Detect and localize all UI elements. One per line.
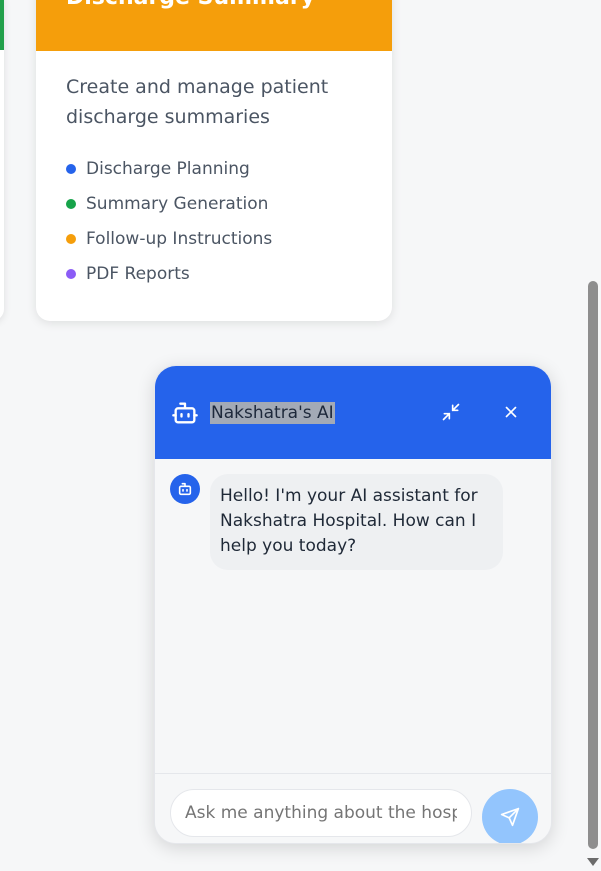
bullet-dot (66, 163, 76, 174)
feature-list: Discharge Planning Summary Generation Fo… (66, 151, 362, 291)
card-header: Discharge Summary (36, 0, 392, 51)
feature-label: PDF Reports (86, 263, 190, 284)
discharge-summary-card[interactable]: Discharge Summary Create and manage pati… (36, 0, 392, 321)
message-list: Hello! I'm your AI assistant for Nakshat… (155, 459, 551, 773)
list-item: Summary Generation (66, 186, 362, 221)
scroll-down-icon[interactable] (587, 858, 599, 866)
send-icon (500, 807, 520, 827)
list-item: Discharge Planning (66, 151, 362, 186)
chat-input[interactable] (170, 789, 472, 837)
chat-widget: Nakshatra's AI Hello! I'm your AI assist… (154, 365, 552, 844)
card-description: Create and manage patient discharge summ… (66, 76, 329, 128)
robot-icon (170, 398, 200, 428)
close-icon (502, 403, 520, 421)
bot-avatar (170, 474, 200, 504)
bullet-dot (66, 268, 76, 279)
close-button[interactable] (499, 400, 523, 424)
feature-label: Summary Generation (86, 193, 269, 214)
feature-label: Follow-up Instructions (86, 228, 273, 249)
adjacent-card-header (0, 0, 4, 50)
card-body: Create and manage patient discharge summ… (36, 51, 392, 291)
bullet-dot (66, 198, 76, 209)
minimize-icon (441, 402, 461, 422)
bot-message: Hello! I'm your AI assistant for Nakshat… (210, 474, 503, 570)
adjacent-card (0, 0, 4, 321)
scrollbar-thumb[interactable] (588, 281, 598, 849)
minimize-button[interactable] (439, 400, 463, 424)
card-title: Discharge Summary (66, 0, 315, 9)
chat-input-area (155, 773, 551, 843)
list-item: PDF Reports (66, 256, 362, 291)
list-item: Follow-up Instructions (66, 221, 362, 256)
send-button[interactable] (482, 789, 538, 843)
bullet-dot (66, 233, 76, 244)
chat-header: Nakshatra's AI (155, 366, 551, 459)
chat-title: Nakshatra's AI (210, 401, 335, 424)
feature-label: Discharge Planning (86, 158, 250, 179)
